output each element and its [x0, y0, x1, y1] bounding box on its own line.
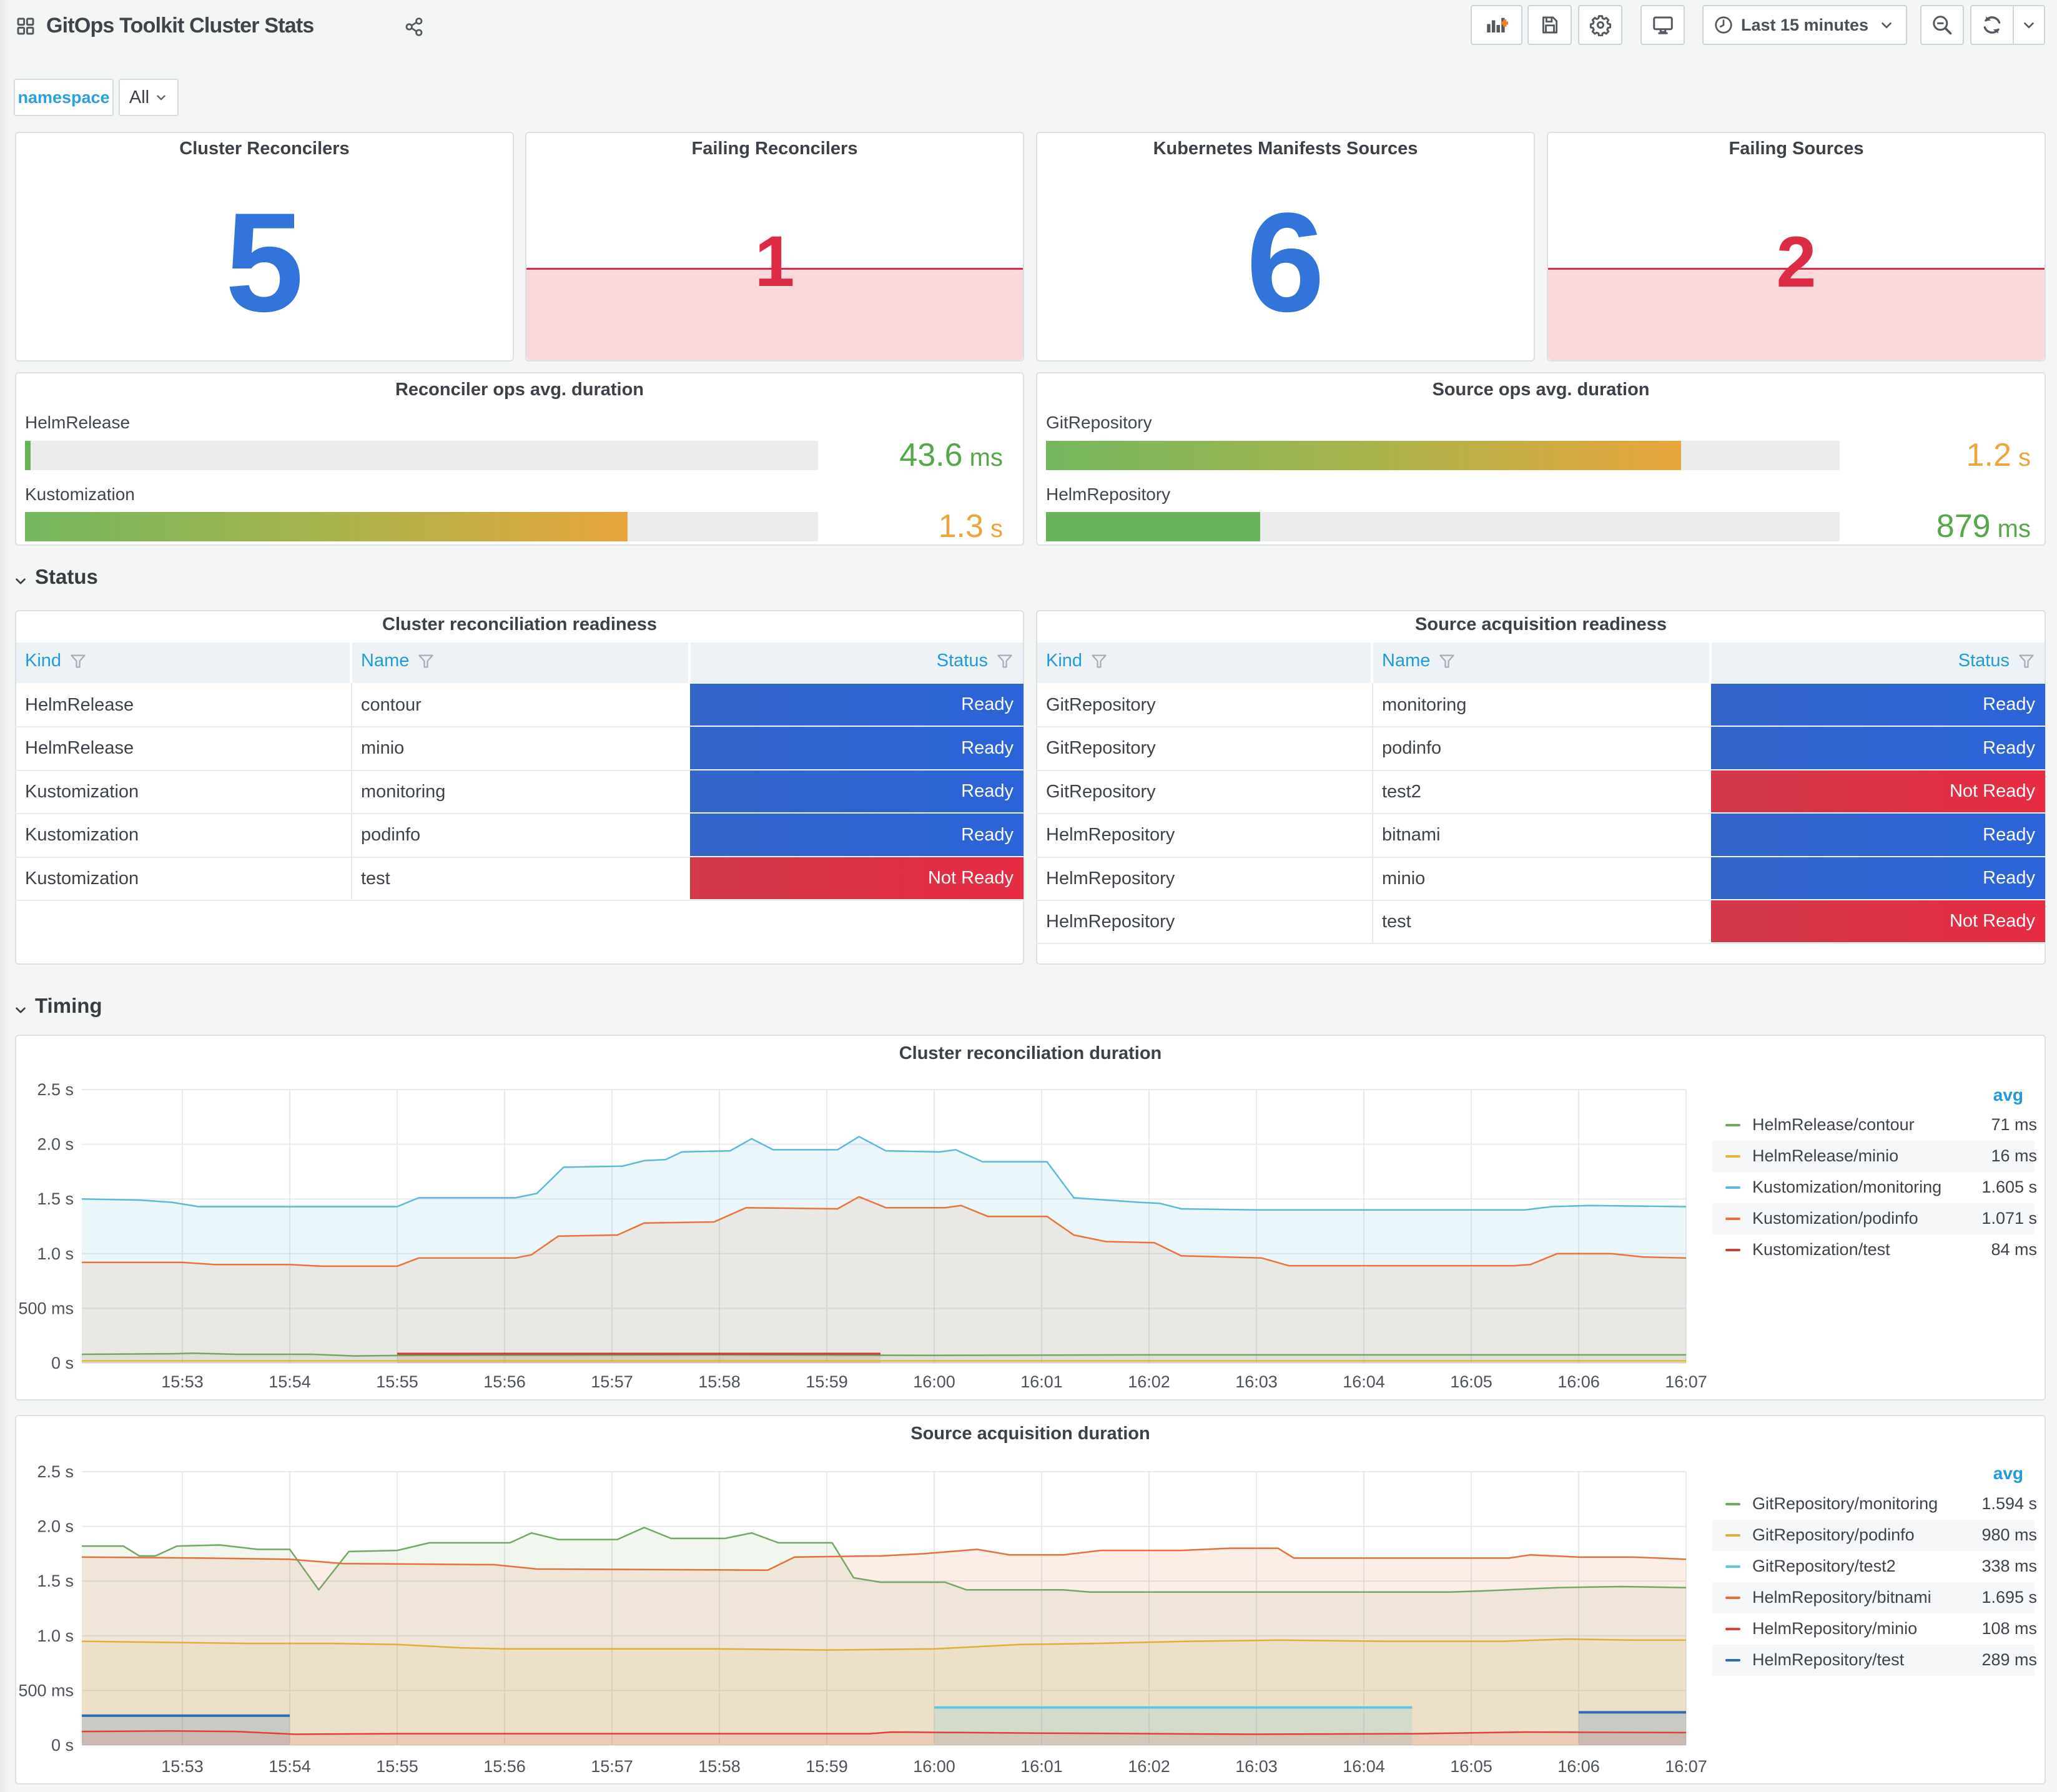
svg-text:16:04: 16:04: [1343, 1757, 1385, 1776]
svg-text:1.5 s: 1.5 s: [37, 1189, 74, 1208]
svg-text:16:05: 16:05: [1450, 1757, 1492, 1776]
svg-text:0 s: 0 s: [51, 1354, 74, 1372]
svg-text:16:07: 16:07: [1665, 1372, 1707, 1391]
svg-text:15:58: 15:58: [698, 1372, 741, 1391]
svg-text:2.5 s: 2.5 s: [37, 1080, 74, 1099]
svg-text:2.5 s: 2.5 s: [37, 1462, 74, 1481]
svg-text:15:57: 15:57: [591, 1372, 633, 1391]
svg-text:15:53: 15:53: [161, 1757, 204, 1776]
svg-text:16:01: 16:01: [1020, 1372, 1063, 1391]
svg-text:16:06: 16:06: [1557, 1757, 1600, 1776]
svg-text:16:00: 16:00: [913, 1757, 955, 1776]
svg-text:15:54: 15:54: [269, 1757, 311, 1776]
svg-text:15:56: 15:56: [483, 1757, 526, 1776]
svg-text:16:02: 16:02: [1128, 1372, 1170, 1391]
svg-text:2.0 s: 2.0 s: [37, 1135, 74, 1154]
svg-text:15:55: 15:55: [376, 1757, 418, 1776]
svg-text:16:05: 16:05: [1450, 1372, 1492, 1391]
svg-text:16:02: 16:02: [1128, 1757, 1170, 1776]
svg-text:500 ms: 500 ms: [18, 1681, 74, 1700]
svg-text:15:54: 15:54: [269, 1372, 311, 1391]
svg-text:15:59: 15:59: [806, 1757, 848, 1776]
svg-text:0 s: 0 s: [51, 1736, 74, 1755]
svg-text:15:58: 15:58: [698, 1757, 741, 1776]
svg-text:500 ms: 500 ms: [18, 1299, 74, 1317]
svg-text:1.0 s: 1.0 s: [37, 1244, 74, 1263]
svg-text:15:55: 15:55: [376, 1372, 418, 1391]
svg-text:1.5 s: 1.5 s: [37, 1572, 74, 1590]
svg-text:16:07: 16:07: [1665, 1757, 1707, 1776]
svg-text:15:57: 15:57: [591, 1757, 633, 1776]
svg-text:16:00: 16:00: [913, 1372, 955, 1391]
svg-text:15:56: 15:56: [483, 1372, 526, 1391]
svg-text:16:03: 16:03: [1235, 1757, 1278, 1776]
svg-text:15:59: 15:59: [806, 1372, 848, 1391]
svg-text:15:53: 15:53: [161, 1372, 204, 1391]
svg-text:1.0 s: 1.0 s: [37, 1627, 74, 1645]
svg-text:16:04: 16:04: [1343, 1372, 1385, 1391]
svg-text:16:06: 16:06: [1557, 1372, 1600, 1391]
svg-text:16:01: 16:01: [1020, 1757, 1063, 1776]
svg-text:2.0 s: 2.0 s: [37, 1517, 74, 1536]
svg-text:16:03: 16:03: [1235, 1372, 1278, 1391]
